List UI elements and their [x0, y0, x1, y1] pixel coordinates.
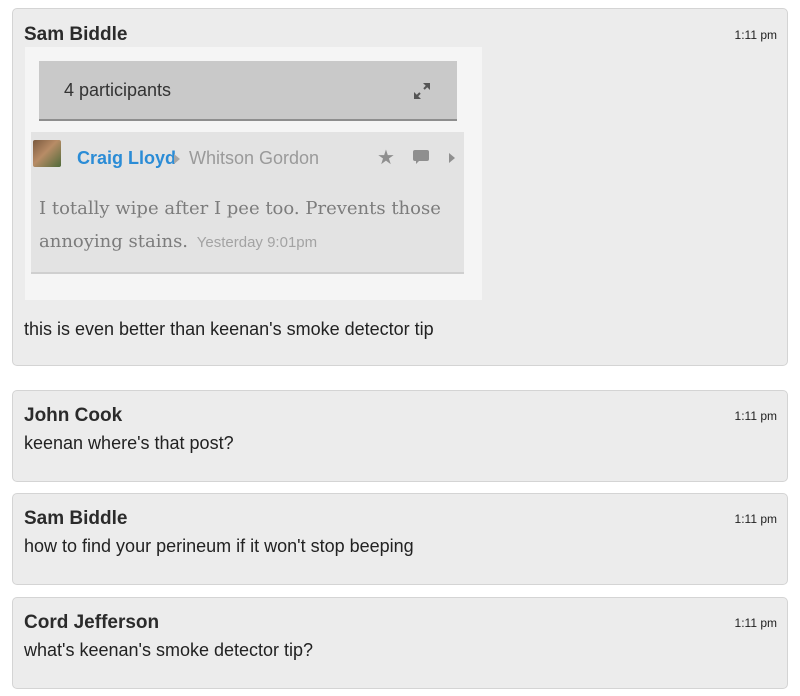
comment-body: I totally wipe after I pee too. Prevents… [39, 192, 459, 259]
chat-message: Cord Jefferson 1:11 pm what's keenan's s… [12, 597, 788, 689]
comment-timestamp: Yesterday 9:01pm [196, 234, 318, 251]
expand-icon [414, 83, 430, 99]
message-author: John Cook [24, 405, 123, 426]
message-time: 1:11 pm [734, 512, 777, 526]
avatar [33, 140, 61, 167]
chat-message: John Cook 1:11 pm keenan where's that po… [12, 390, 788, 482]
message-time: 1:11 pm [734, 409, 777, 423]
message-text: how to find your perineum if it won't st… [24, 536, 414, 556]
participants-count: 4 participants [64, 80, 172, 100]
caret-right-icon [174, 154, 180, 164]
reply-to-name: Whitson Gordon [189, 148, 320, 168]
message-text: what's keenan's smoke detector tip? [24, 640, 314, 660]
embedded-screenshot: 4 participants Craig Lloyd Whitson Gordo… [25, 47, 482, 300]
message-author: Cord Jefferson [24, 612, 160, 633]
message-time: 1:11 pm [734, 28, 777, 42]
message-author: Sam Biddle [24, 508, 128, 529]
participants-bar: 4 participants [39, 61, 457, 121]
caret-right-icon [449, 153, 455, 163]
message-text: this is even better than keenan's smoke … [24, 319, 434, 339]
message-time: 1:11 pm [734, 616, 777, 630]
embedded-comment: Craig Lloyd Whitson Gordon ★ I totally w… [31, 132, 464, 274]
message-text: keenan where's that post? [24, 433, 234, 453]
comment-author: Craig Lloyd [77, 148, 177, 168]
star-icon: ★ [377, 147, 395, 169]
speech-bubble-icon [413, 150, 429, 164]
chat-message: Sam Biddle 1:11 pm 4 participants Craig … [12, 8, 788, 366]
message-author: Sam Biddle [24, 24, 128, 45]
chat-message: Sam Biddle 1:11 pm how to find your peri… [12, 493, 788, 585]
